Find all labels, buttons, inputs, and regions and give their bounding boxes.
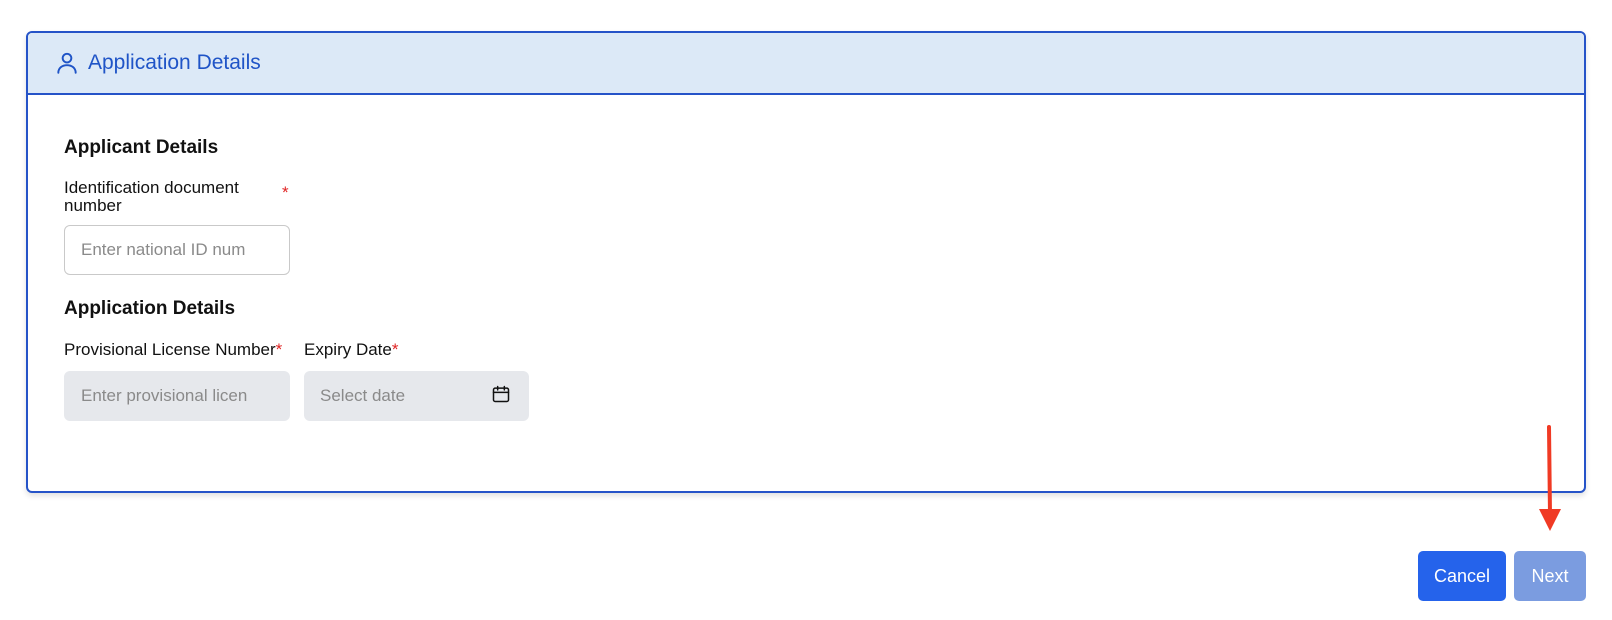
calendar-icon[interactable] bbox=[491, 384, 511, 404]
license-number-input[interactable] bbox=[64, 371, 290, 421]
annotation-arrow bbox=[1539, 425, 1561, 531]
expiry-date-picker[interactable]: Select date bbox=[304, 371, 529, 421]
expiry-date-label: Expiry Date* bbox=[304, 341, 399, 359]
id-required-marker: * bbox=[282, 183, 289, 202]
license-number-label: Provisional License Number* bbox=[64, 341, 282, 359]
application-section-title: Application Details bbox=[64, 298, 236, 319]
next-button[interactable]: Next bbox=[1514, 551, 1586, 601]
page: Application Details Applicant Details Id… bbox=[0, 0, 1612, 620]
cancel-button[interactable]: Cancel bbox=[1418, 551, 1506, 601]
expiry-required-marker: * bbox=[391, 340, 399, 359]
card-header: Application Details bbox=[28, 33, 1584, 95]
license-required-marker: * bbox=[275, 340, 283, 359]
license-number-label-text: Provisional License Number bbox=[64, 340, 276, 359]
applicant-section-title: Applicant Details bbox=[64, 137, 219, 158]
expiry-date-label-text: Expiry Date bbox=[304, 340, 392, 359]
user-icon bbox=[54, 50, 80, 76]
expiry-date-placeholder: Select date bbox=[320, 386, 406, 405]
application-details-card: Application Details Applicant Details Id… bbox=[26, 31, 1586, 493]
card-title: Application Details bbox=[88, 51, 261, 74]
id-document-input[interactable] bbox=[64, 225, 290, 275]
id-document-label: Identification document number bbox=[64, 178, 239, 215]
